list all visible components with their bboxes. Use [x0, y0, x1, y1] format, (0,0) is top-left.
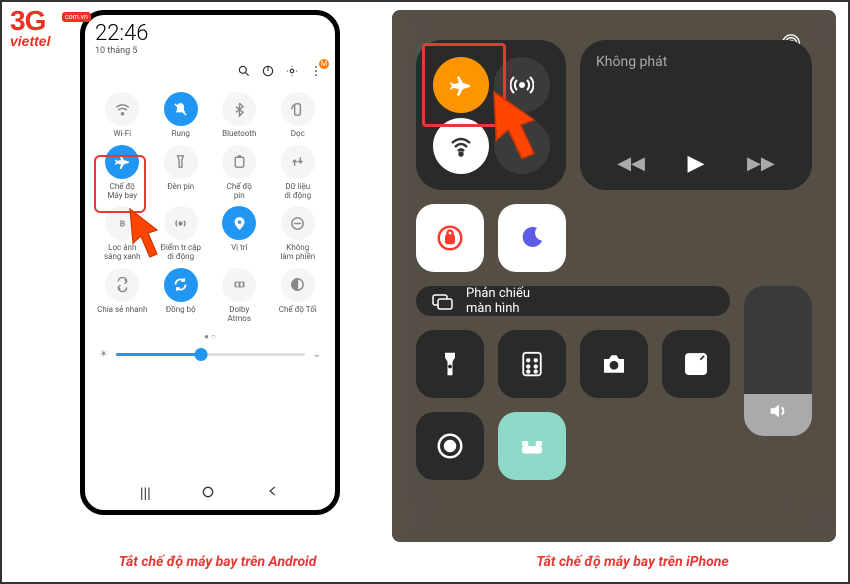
mobile-data-icon — [281, 145, 315, 179]
nav-back[interactable] — [266, 484, 280, 504]
focus-button[interactable] — [498, 204, 566, 272]
android-quick-settings: 22:46 10 tháng 5 Wi-Fi Rung Bluetooth Dọ… — [80, 10, 340, 515]
volume-slider[interactable] — [744, 286, 812, 436]
toggle-label: Vị trí — [231, 244, 247, 253]
dnd-icon — [281, 206, 315, 240]
toggle-rotation[interactable]: Dọc — [271, 92, 326, 139]
toggle-airplane[interactable]: Chế độ Máy bay — [95, 145, 150, 201]
toggle-darkmode[interactable]: Chế độ Tối — [271, 268, 326, 324]
toggle-mobile-data[interactable]: Dữ liệu di động — [271, 145, 326, 201]
sync-icon — [164, 268, 198, 302]
nav-home[interactable] — [200, 484, 216, 504]
logo-badge: com.vn — [62, 12, 91, 22]
toggle-quickshare[interactable]: Chia sẻ nhanh — [95, 268, 150, 324]
search-icon[interactable] — [237, 64, 251, 82]
rotation-icon — [281, 92, 315, 126]
toggle-wifi[interactable]: Wi-Fi — [95, 92, 150, 139]
power-icon[interactable] — [261, 64, 275, 82]
darkmode-icon — [281, 268, 315, 302]
media-title: Không phát — [596, 54, 796, 70]
toggle-bluetooth[interactable]: Bluetooth — [212, 92, 267, 139]
volume-icon — [767, 400, 789, 422]
toggle-label: Chế độ pin — [227, 183, 252, 201]
battery-icon — [222, 145, 256, 179]
iphone-control-center: Không phát ◀◀ ▶ ▶▶ Phản chiếu màn hình — [392, 10, 836, 542]
toggle-label: Wi-Fi — [113, 130, 131, 139]
bluetooth-icon — [222, 92, 256, 126]
camera-button[interactable] — [580, 330, 648, 398]
toggle-label: Dolby Atmos — [228, 306, 251, 324]
toggle-label: Bluetooth — [222, 130, 256, 139]
logo-sub: viettel — [10, 33, 50, 49]
caption-android: Tắt chế độ máy bay trên Android — [10, 554, 425, 570]
notes-button[interactable] — [662, 330, 730, 398]
toggle-location[interactable]: Vị trí — [212, 206, 267, 262]
watermark-logo: 3G viettel com.vn — [10, 8, 50, 49]
toggle-flashlight[interactable]: Đèn pin — [154, 145, 209, 201]
toggle-battery-mode[interactable]: Chế độ pin — [212, 145, 267, 201]
airplane-icon — [105, 145, 139, 179]
toggle-dnd[interactable]: Không làm phiền — [271, 206, 326, 262]
clock-date: 10 tháng 5 — [95, 46, 148, 56]
more-icon[interactable] — [309, 64, 323, 82]
mirror-label: Phản chiếu màn hình — [466, 286, 530, 316]
toggle-label: Chế độ Tối — [279, 306, 317, 315]
location-icon — [222, 206, 256, 240]
caption-iphone: Tắt chế độ máy bay trên iPhone — [425, 554, 840, 570]
gear-icon[interactable] — [285, 64, 299, 82]
forward-icon[interactable]: ▶▶ — [747, 153, 775, 174]
nav-recents[interactable]: ||| — [140, 484, 151, 504]
pointer-arrow-icon — [482, 80, 562, 160]
rotation-lock-button[interactable] — [416, 204, 484, 272]
toggle-label: Đồng bộ — [166, 306, 196, 315]
flashlight-button[interactable] — [416, 330, 484, 398]
logo-brand: 3G — [10, 8, 50, 33]
sleep-button[interactable] — [498, 412, 566, 480]
mirror-icon — [430, 289, 454, 313]
screen-record-button[interactable] — [416, 412, 484, 480]
rewind-icon[interactable]: ◀◀ — [617, 153, 645, 174]
toggle-label: Rung — [172, 130, 190, 139]
toggle-label: Không làm phiền — [280, 244, 315, 262]
wifi-icon — [105, 92, 139, 126]
toggle-vibrate[interactable]: Rung — [154, 92, 209, 139]
pager-dots: ● ○ — [95, 332, 325, 341]
toggle-label: Chế độ Máy bay — [107, 183, 137, 201]
vibrate-icon — [164, 92, 198, 126]
flashlight-icon — [164, 145, 198, 179]
toggle-sync[interactable]: Đồng bộ — [154, 268, 209, 324]
screen-mirror-button[interactable]: Phản chiếu màn hình — [416, 286, 730, 316]
brightness-slider[interactable]: ☀ ⌄ — [99, 349, 321, 360]
toggle-label: Đèn pin — [167, 183, 194, 192]
brightness-expand-icon[interactable]: ⌄ — [313, 349, 321, 360]
toggle-label: Dọc — [291, 130, 305, 139]
pointer-arrow-icon — [121, 200, 181, 260]
dolby-icon — [222, 268, 256, 302]
brightness-icon: ☀ — [99, 349, 108, 360]
clock-time: 22:46 — [95, 21, 148, 46]
play-icon[interactable]: ▶ — [688, 151, 705, 176]
toggle-label: Dữ liệu di động — [284, 183, 311, 201]
toggle-dolby[interactable]: Dolby Atmos — [212, 268, 267, 324]
media-controls[interactable]: Không phát ◀◀ ▶ ▶▶ — [580, 40, 812, 190]
toggle-label: Chia sẻ nhanh — [97, 306, 147, 315]
calculator-button[interactable] — [498, 330, 566, 398]
quickshare-icon — [105, 268, 139, 302]
